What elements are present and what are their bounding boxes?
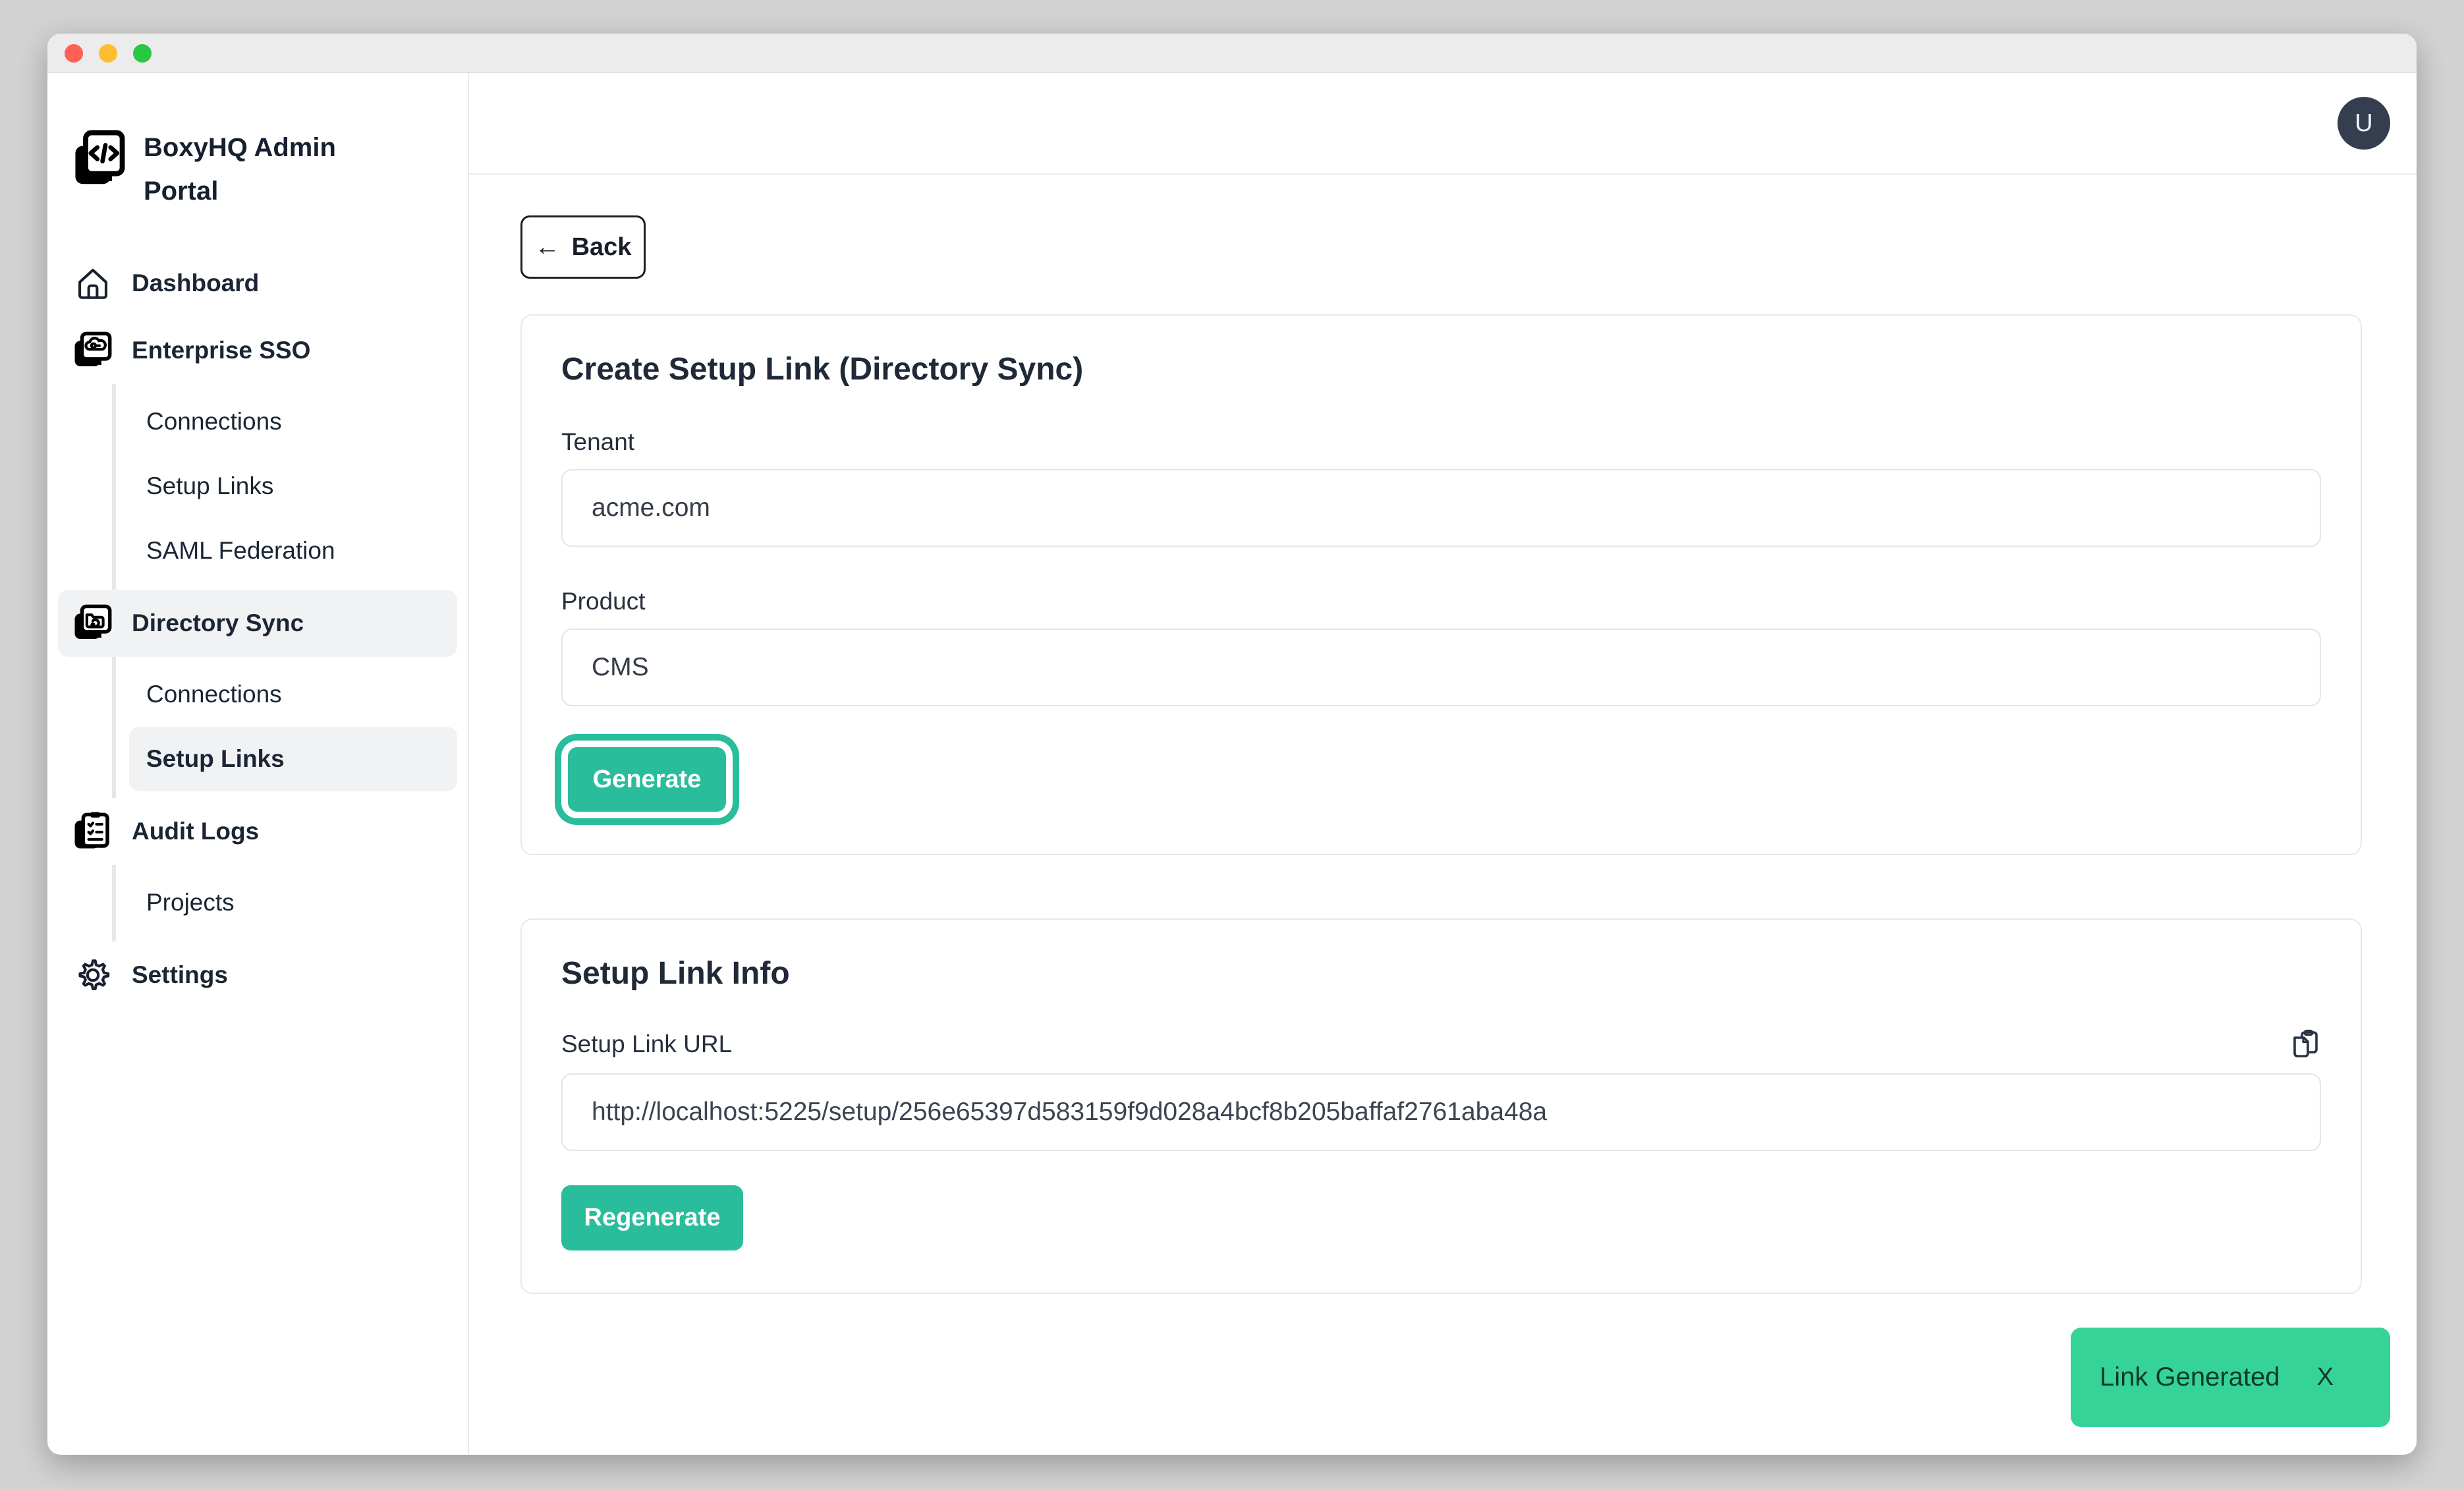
back-button-label: Back (572, 233, 632, 262)
app-title: BoxyHQ Admin Portal (144, 126, 381, 213)
sidebar-item-label: Audit Logs (132, 818, 259, 845)
copy-icon (2289, 1052, 2321, 1062)
app-window: BoxyHQ Admin Portal Dashboard (47, 34, 2417, 1455)
create-setup-link-card: Create Setup Link (Directory Sync) Tenan… (520, 314, 2362, 855)
product-input[interactable] (561, 629, 2321, 706)
sidebar-item-label: Setup Links (146, 745, 285, 773)
boxyhq-logo-icon (72, 130, 125, 190)
sidebar-item-label: SAML Federation (146, 537, 335, 565)
card-title: Create Setup Link (Directory Sync) (561, 351, 2321, 387)
sidebar-item-label: Connections (146, 681, 282, 708)
toast-message: Link Generated (2100, 1363, 2280, 1392)
setup-link-url-input[interactable] (561, 1073, 2321, 1151)
sidebar-item-settings[interactable]: Settings (47, 941, 468, 1009)
sidebar-item-dsync-setup-links[interactable]: Setup Links (129, 727, 457, 791)
sso-cloud-icon (71, 329, 115, 372)
product-label: Product (561, 588, 2321, 615)
setup-link-url-label: Setup Link URL (561, 1030, 732, 1058)
sidebar-item-projects[interactable]: Projects (116, 870, 457, 935)
sidebar-item-label: Dashboard (132, 269, 259, 297)
tenant-label: Tenant (561, 428, 2321, 456)
tenant-input[interactable] (561, 469, 2321, 547)
gear-icon (71, 953, 115, 997)
enterprise-sso-sublist: Connections Setup Links SAML Federation (112, 384, 468, 590)
sidebar-item-dsync-connections[interactable]: Connections (116, 662, 457, 727)
sidebar-item-label: Projects (146, 889, 235, 916)
sidebar-item-saml-federation[interactable]: SAML Federation (116, 519, 457, 583)
avatar-initial: U (2355, 109, 2372, 138)
sidebar-item-audit-logs[interactable]: Audit Logs (47, 798, 468, 865)
main-content: ← Back Create Setup Link (Directory Sync… (469, 175, 2417, 1294)
sidebar-item-label: Enterprise SSO (132, 337, 310, 364)
brand[interactable]: BoxyHQ Admin Portal (47, 126, 468, 213)
sidebar-item-label: Directory Sync (132, 609, 304, 637)
link-generated-toast: Link Generated X (2071, 1328, 2390, 1427)
copy-to-clipboard-button[interactable] (2289, 1028, 2321, 1060)
directory-sync-folder-icon (71, 602, 115, 645)
user-avatar[interactable]: U (2338, 97, 2390, 150)
toast-close-button[interactable]: X (2317, 1363, 2334, 1391)
home-icon (71, 262, 115, 305)
sidebar-item-sso-setup-links[interactable]: Setup Links (116, 454, 457, 519)
sidebar-item-label: Setup Links (146, 472, 273, 500)
minimize-window-icon[interactable] (99, 44, 117, 63)
close-window-icon[interactable] (65, 44, 83, 63)
sidebar: BoxyHQ Admin Portal Dashboard (47, 73, 469, 1454)
sidebar-item-label: Settings (132, 961, 228, 989)
setup-link-info-card: Setup Link Info Setup Link URL (520, 918, 2362, 1294)
sidebar-nav: Dashboard Enterprise SSO (47, 250, 468, 1009)
audit-logs-clipboard-icon (71, 810, 115, 853)
sidebar-item-enterprise-sso[interactable]: Enterprise SSO (47, 317, 468, 384)
sidebar-item-dashboard[interactable]: Dashboard (47, 250, 468, 317)
window-titlebar (47, 34, 2417, 73)
audit-logs-sublist: Projects (112, 865, 468, 941)
directory-sync-sublist: Connections Setup Links (112, 657, 468, 798)
regenerate-button[interactable]: Regenerate (561, 1185, 743, 1250)
top-header: U (469, 73, 2417, 175)
zoom-window-icon[interactable] (133, 44, 152, 63)
back-arrow-icon: ← (535, 233, 560, 262)
generate-button[interactable]: Generate (568, 747, 726, 812)
back-button[interactable]: ← Back (520, 215, 646, 279)
sidebar-item-sso-connections[interactable]: Connections (116, 389, 457, 454)
sidebar-item-directory-sync[interactable]: Directory Sync (58, 590, 457, 657)
sidebar-item-label: Connections (146, 408, 282, 435)
card-title: Setup Link Info (561, 955, 2321, 992)
